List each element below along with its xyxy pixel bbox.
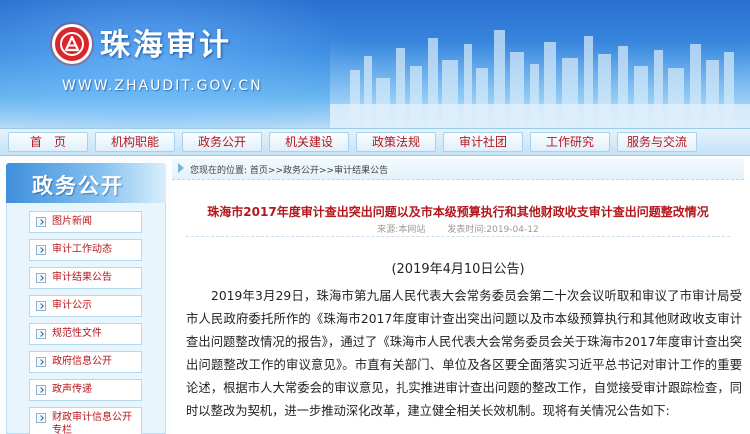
sidebar-item-label: 审计工作动态: [52, 244, 112, 255]
site-title[interactable]: 珠海审计: [100, 20, 232, 64]
site-url: WWW.ZHAUDIT.GOV.CN: [62, 78, 263, 94]
chevron-right-icon: [36, 301, 46, 311]
nav-item-organization[interactable]: 机关建设: [269, 132, 349, 152]
logo-emblem-icon[interactable]: [52, 24, 92, 64]
breadcrumb-path[interactable]: 首页>>政务公开>>审计结果公告: [250, 166, 388, 176]
chevron-right-icon: [36, 245, 46, 255]
sidebar-item-policy-voice[interactable]: 政声传递: [29, 379, 142, 401]
nav-item-associations[interactable]: 审计社团: [443, 132, 523, 152]
sidebar-title: 政务公开: [32, 174, 124, 198]
sidebar-item-label: 规范性文件: [52, 328, 102, 339]
chevron-right-icon: [36, 217, 46, 227]
site-banner: 珠海审计 WWW.ZHAUDIT.GOV.CN: [0, 0, 750, 128]
nav-item-policies[interactable]: 政策法规: [356, 132, 436, 152]
sidebar-item-photo-news[interactable]: 图片新闻: [29, 211, 142, 233]
article-title: 珠海市2017年度审计查出突出问题以及市本级预算执行和其他财政收支审计查出问题整…: [207, 205, 709, 219]
announce-date: (2019年4月10日公告): [391, 262, 525, 277]
sidebar-item-label: 审计结果公告: [52, 272, 112, 283]
chevron-right-icon: [36, 357, 46, 367]
sidebar-item-label: 政府信息公开: [52, 356, 112, 367]
nav-item-research[interactable]: 工作研究: [530, 132, 610, 152]
nav-item-government-affairs[interactable]: 政务公开: [182, 132, 262, 152]
nav-item-home[interactable]: 首 页: [8, 132, 88, 152]
sidebar: 政务公开 图片新闻 审计工作动态 审计结果公告 审计公示 规范性文件 政府信息公…: [0, 157, 170, 434]
main-nav: 首 页 机构职能 政务公开 机关建设 政策法规 审计社团 工作研究 服务与交流: [0, 128, 750, 156]
nav-item-services[interactable]: 服务与交流: [617, 132, 697, 152]
sidebar-header: 政务公开: [6, 163, 166, 203]
article-meta: 来源:本网站 发表时间:2019-04-12: [172, 222, 744, 235]
sidebar-item-label: 财政审计信息公开专栏: [52, 412, 132, 434]
chevron-right-icon: [36, 413, 46, 423]
article-body-text: 2019年3月29日，珠海市第九届人民代表大会常务委员会第二十次会议听取和审议了…: [186, 289, 742, 418]
article-source: 来源:本网站: [377, 225, 426, 235]
sidebar-item-audit-notice[interactable]: 审计公示: [29, 295, 142, 317]
chevron-right-icon: [36, 329, 46, 339]
sidebar-item-label: 审计公示: [52, 300, 92, 311]
breadcrumb-bar: 您现在的位置: 首页>>政务公开>>审计结果公告: [172, 158, 744, 180]
sidebar-item-label: 政声传递: [52, 384, 92, 395]
sidebar-item-audit-results[interactable]: 审计结果公告: [29, 267, 142, 289]
sidebar-item-gov-info[interactable]: 政府信息公开: [29, 351, 142, 373]
banner-haze: [330, 40, 750, 128]
sidebar-item-fiscal-audit[interactable]: 财政审计信息公开专栏: [29, 407, 142, 434]
nav-item-functions[interactable]: 机构职能: [95, 132, 175, 152]
sidebar-panel: 图片新闻 审计工作动态 审计结果公告 审计公示 规范性文件 政府信息公开 政声传…: [6, 203, 166, 434]
article-body: 2019年3月29日，珠海市第九届人民代表大会常务委员会第二十次会议听取和审议了…: [186, 285, 742, 423]
chevron-right-icon: [36, 385, 46, 395]
sidebar-item-normative-docs[interactable]: 规范性文件: [29, 323, 142, 345]
article-published: 发表时间:2019-04-12: [447, 225, 539, 235]
chevron-right-icon: [36, 273, 46, 283]
breadcrumb-prefix: 您现在的位置:: [190, 166, 248, 176]
breadcrumb-arrow-icon: [178, 163, 184, 173]
sidebar-item-label: 图片新闻: [52, 216, 92, 227]
sidebar-item-audit-news[interactable]: 审计工作动态: [29, 239, 142, 261]
breadcrumb: 您现在的位置: 首页>>政务公开>>审计结果公告: [190, 163, 388, 176]
title-divider: [186, 236, 730, 237]
